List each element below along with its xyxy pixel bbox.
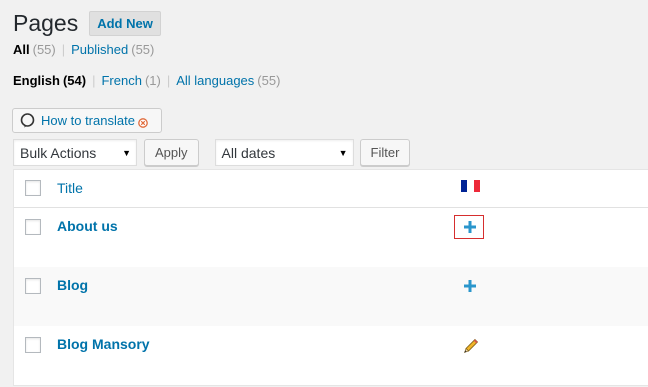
bulk-actions-select[interactable]: Bulk Actions ▼	[13, 139, 137, 166]
lang-all-languages-link[interactable]: All languages	[176, 72, 254, 90]
dates-value: All dates	[221, 144, 276, 161]
row-title-link[interactable]: About us	[57, 218, 118, 234]
edit-translation-icon[interactable]	[463, 338, 479, 354]
tablenav: Bulk Actions ▼ Apply All dates ▼ Filter	[13, 139, 411, 166]
apply-button[interactable]: Apply	[144, 139, 199, 166]
add-new-button[interactable]: Add New	[89, 10, 161, 36]
dropdown-arrow-icon: ▼	[338, 148, 348, 158]
question-bubble-icon	[20, 113, 35, 128]
filter-button[interactable]: Filter	[359, 139, 411, 166]
separator: |	[61, 42, 66, 57]
row-checkbox[interactable]	[25, 337, 41, 353]
how-to-translate-label: How to translate	[41, 113, 135, 128]
lang-french-link[interactable]: French	[101, 72, 141, 90]
table-row: Blog Mansory	[14, 326, 648, 385]
lang-french-count: (1)	[144, 73, 161, 88]
dates-select[interactable]: All dates ▼	[214, 139, 354, 166]
table-row: Blog	[14, 267, 648, 326]
page-header: Pages Add New	[13, 8, 161, 38]
pages-table: Title About us Blog Blog Mansory	[13, 169, 648, 386]
close-icon[interactable]	[138, 116, 148, 128]
page-title: Pages	[13, 10, 79, 36]
filter-published-link[interactable]: Published	[71, 41, 128, 59]
column-title-header[interactable]: Title	[57, 180, 83, 196]
add-translation-icon[interactable]	[464, 220, 480, 236]
select-all-checkbox[interactable]	[25, 180, 41, 196]
lang-all-languages-count: (55)	[257, 73, 281, 88]
status-filters: All (55) | Published (55)	[13, 41, 154, 59]
lang-english-link[interactable]: English	[13, 72, 60, 90]
table-header: Title	[14, 170, 648, 208]
separator: |	[92, 73, 96, 88]
row-checkbox[interactable]	[25, 219, 41, 235]
separator: |	[166, 73, 171, 88]
filter-all-link[interactable]: All	[13, 41, 30, 59]
filter-all-count: (55)	[32, 42, 56, 57]
language-filters: English (54) | French (1) | All language…	[13, 72, 280, 90]
how-to-translate-button[interactable]: How to translate	[12, 108, 162, 133]
french-flag-icon	[461, 180, 480, 192]
table-row: About us	[14, 208, 648, 267]
bulk-actions-value: Bulk Actions	[20, 144, 97, 161]
filter-published-count: (55)	[131, 42, 155, 57]
row-title-link[interactable]: Blog	[57, 277, 88, 293]
dropdown-arrow-icon: ▼	[122, 148, 131, 158]
row-checkbox[interactable]	[25, 278, 41, 294]
add-translation-icon[interactable]	[464, 279, 480, 295]
lang-english-count: (54)	[62, 73, 87, 88]
row-title-link[interactable]: Blog Mansory	[57, 336, 150, 352]
